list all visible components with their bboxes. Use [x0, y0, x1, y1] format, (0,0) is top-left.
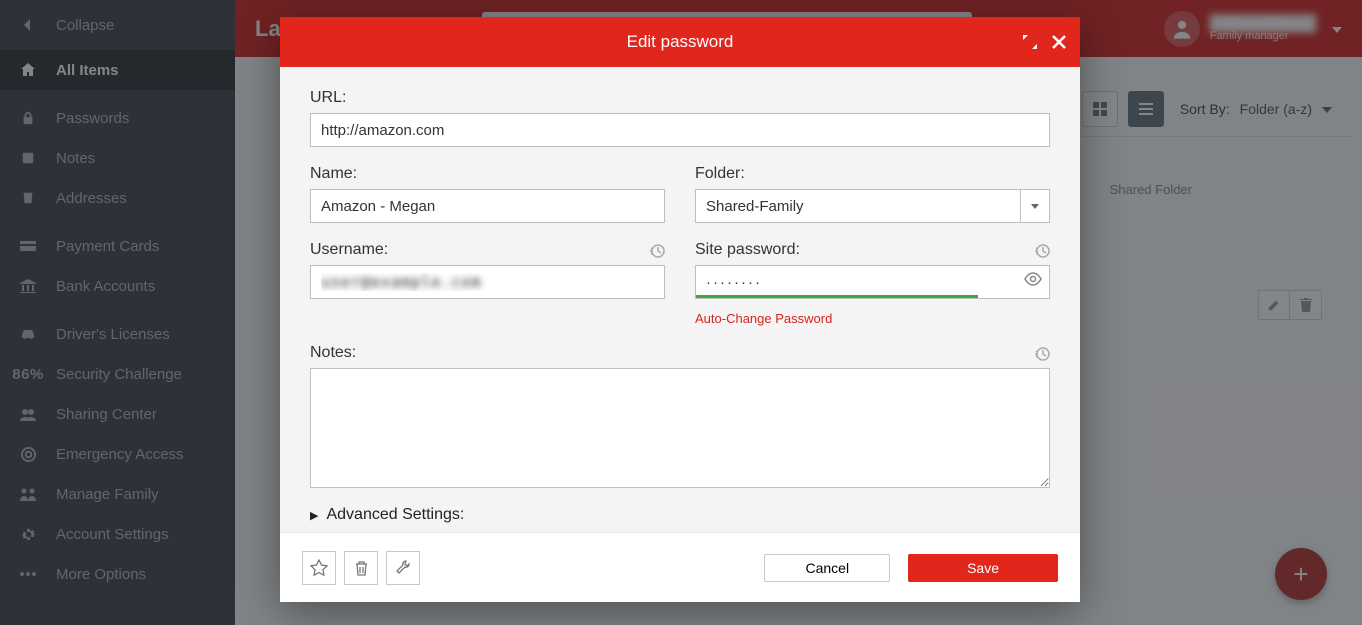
password-strength-bar	[696, 295, 978, 298]
url-input[interactable]	[310, 113, 1050, 147]
auto-change-password-link[interactable]: Auto-Change Password	[695, 311, 1050, 326]
save-button[interactable]: Save	[908, 554, 1058, 582]
password-label: Site password:	[695, 241, 1050, 259]
modal-title: Edit password	[627, 32, 734, 52]
folder-dropdown-button[interactable]	[1020, 189, 1050, 223]
delete-item-button[interactable]	[344, 551, 378, 585]
notes-history-button[interactable]	[1034, 346, 1050, 367]
advanced-settings-toggle[interactable]: ▶ Advanced Settings:	[310, 506, 1050, 524]
triangle-right-icon: ▶	[310, 509, 318, 522]
show-password-button[interactable]	[1024, 272, 1042, 291]
password-input[interactable]	[695, 265, 1050, 299]
notes-label: Notes:	[310, 344, 1050, 362]
name-input[interactable]	[310, 189, 665, 223]
url-label: URL:	[310, 89, 1050, 107]
tools-button[interactable]	[386, 551, 420, 585]
advanced-settings-label: Advanced Settings:	[326, 506, 464, 524]
expand-button[interactable]	[1022, 34, 1038, 50]
username-label: Username:	[310, 241, 665, 259]
modal-header: Edit password	[280, 17, 1080, 67]
favorite-button[interactable]	[302, 551, 336, 585]
edit-password-modal: Edit password URL:	[280, 17, 1080, 602]
username-history-button[interactable]	[649, 243, 665, 264]
notes-textarea[interactable]	[310, 368, 1050, 488]
password-history-button[interactable]	[1034, 243, 1050, 264]
cancel-button[interactable]: Cancel	[764, 554, 890, 582]
modal-body: URL: Name: Folder:	[280, 67, 1080, 532]
modal-overlay: Edit password URL:	[0, 0, 1362, 625]
folder-label: Folder:	[695, 165, 1050, 183]
modal-footer: Cancel Save	[280, 532, 1080, 602]
username-input[interactable]	[310, 265, 665, 299]
name-label: Name:	[310, 165, 665, 183]
folder-select[interactable]	[695, 189, 1020, 223]
close-button[interactable]	[1052, 35, 1066, 49]
